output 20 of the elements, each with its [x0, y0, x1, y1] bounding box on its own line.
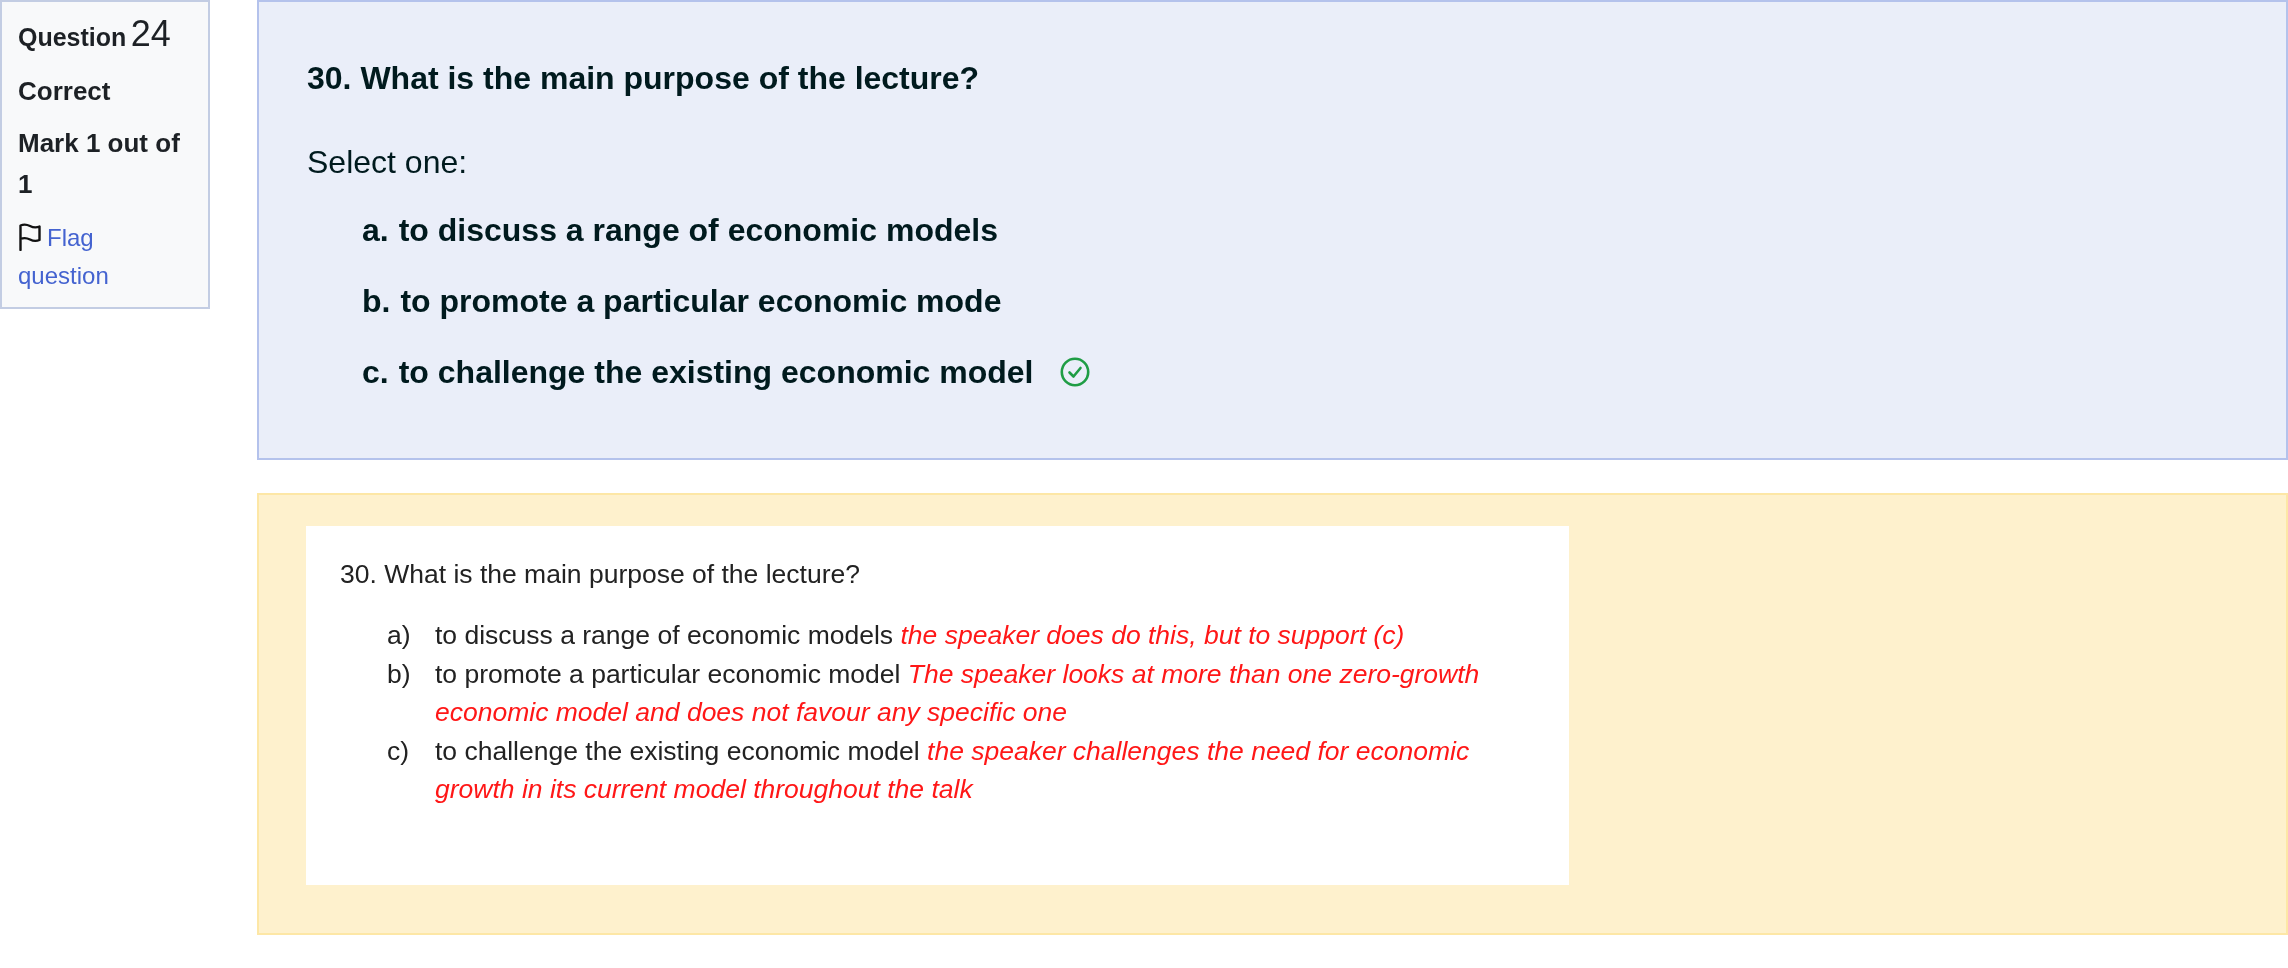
- list-marker: c): [387, 735, 410, 766]
- list-marker: b): [387, 658, 411, 689]
- list-marker: a): [387, 620, 411, 650]
- answer-letter: a.: [362, 211, 389, 250]
- answer-text: to promote a particular economic mode: [400, 282, 1002, 321]
- document-question: 30. What is the main purpose of the lecture?: [340, 558, 860, 590]
- flag-icon[interactable]: [18, 223, 42, 251]
- flag-question-link[interactable]: Flag question: [18, 219, 184, 295]
- question-label: Question: [18, 23, 127, 51]
- answer-letter: c.: [362, 353, 389, 392]
- select-prompt: Select one:: [307, 143, 468, 182]
- answer-letter: b.: [362, 282, 391, 321]
- answer-explanation: to challenge the existing economic model the speaker challenges the need for economic growth in its current model throughout the talk: [435, 734, 1471, 806]
- question-number: 24: [130, 13, 171, 54]
- answer-text: to discuss a range of economic models: [398, 211, 998, 250]
- question-grade: Mark 1 out of 1: [18, 127, 181, 201]
- question-state: Correct: [18, 75, 112, 108]
- answer-text: to challenge the existing economic model: [398, 353, 1034, 392]
- question-text: 30. What is the main purpose of the lecture?: [307, 59, 980, 98]
- answer-explanation: to discuss a range of economic models the speaker does do this, but to support (c): [435, 619, 1406, 652]
